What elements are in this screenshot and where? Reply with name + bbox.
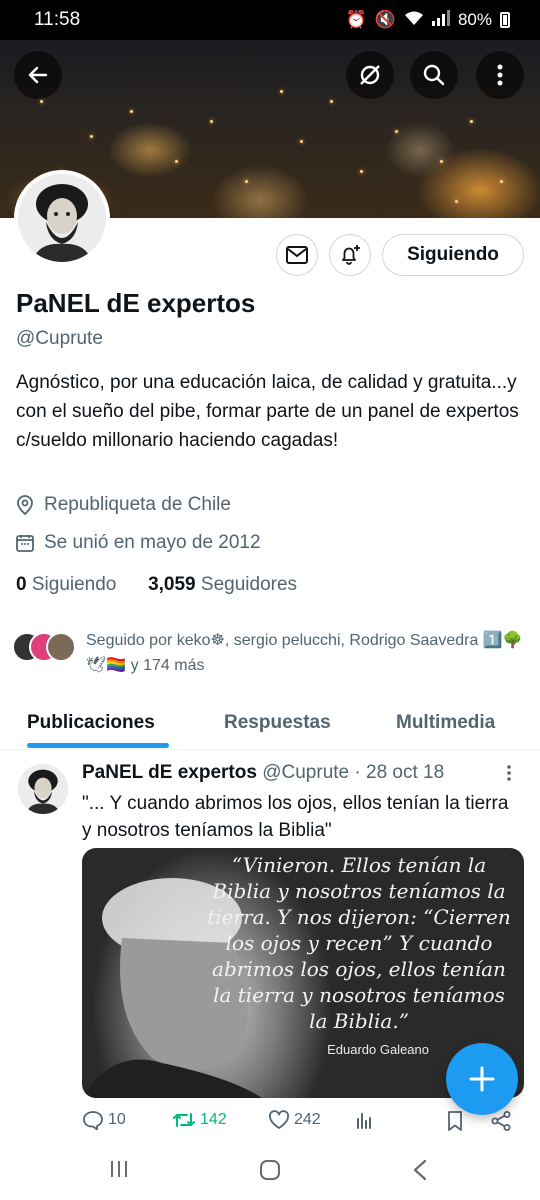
profile-location: Republiqueta de Chile xyxy=(44,494,231,515)
followers-count: 3,059 xyxy=(148,574,196,595)
system-back-button[interactable] xyxy=(410,1158,430,1187)
tab-respuestas[interactable]: Respuestas xyxy=(224,696,331,750)
recent-apps-icon xyxy=(111,1161,127,1177)
message-button[interactable] xyxy=(276,234,318,276)
retweet-button[interactable]: 142 xyxy=(172,1110,227,1130)
grok-icon xyxy=(360,65,380,85)
grok-button[interactable] xyxy=(346,51,394,99)
like-button[interactable]: 242 xyxy=(268,1110,321,1130)
tweet-text: "... Y cuando abrimos los ojos, ellos te… xyxy=(82,793,509,841)
chevron-left-icon xyxy=(413,1159,427,1181)
battery-percent: 80% xyxy=(457,10,492,29)
more-vertical-icon xyxy=(497,64,503,86)
profile-handle: @Cuprute xyxy=(16,328,103,349)
followers-label: Seguidores xyxy=(200,574,298,595)
active-tab-indicator xyxy=(27,743,169,748)
calendar-icon xyxy=(16,535,34,552)
back-button[interactable] xyxy=(14,51,62,99)
mute-icon: 🔇 xyxy=(374,10,396,29)
home-icon xyxy=(260,1160,280,1180)
reply-count: 10 xyxy=(108,1111,126,1128)
bookmark-button[interactable] xyxy=(446,1110,464,1132)
more-vertical-icon xyxy=(507,765,511,781)
joined-row: Se unió en mayo de 2012 xyxy=(16,532,261,554)
status-time: 11:58 xyxy=(34,9,81,30)
views-chart-icon xyxy=(357,1113,371,1129)
tweet-handle[interactable]: @Cuprute xyxy=(262,762,349,783)
following-count: 0 xyxy=(16,574,27,595)
notifications-button[interactable] xyxy=(329,234,371,276)
retweet-count: 142 xyxy=(200,1111,227,1128)
recent-apps-button[interactable] xyxy=(108,1158,130,1185)
followed-by-text: Seguido por keko☸, sergio pelucchi, Rodr… xyxy=(86,632,523,674)
back-arrow-icon xyxy=(28,66,48,84)
portrait-image xyxy=(18,764,68,814)
follow-counts: 0 Siguiendo 3,059 Seguidores xyxy=(16,574,297,596)
compose-button[interactable] xyxy=(446,1043,518,1115)
avatar xyxy=(46,632,76,662)
profile-name: PaNEL dE expertos xyxy=(16,288,256,318)
more-options-button[interactable] xyxy=(476,51,524,99)
tweet-author[interactable]: PaNEL dE expertos xyxy=(82,762,257,783)
retweet-icon xyxy=(173,1113,195,1127)
search-icon xyxy=(423,64,445,86)
heart-icon xyxy=(268,1110,290,1129)
tab-publicaciones[interactable]: Publicaciones xyxy=(27,696,155,750)
wifi-icon xyxy=(404,10,424,31)
alarm-icon: ⏰ xyxy=(345,10,367,29)
profile-avatar[interactable] xyxy=(14,170,110,266)
tweet-more-button[interactable] xyxy=(506,764,512,787)
profile-bio: Agnóstico, por una educación laica, de c… xyxy=(16,372,519,451)
battery-icon xyxy=(500,12,510,28)
signal-icon xyxy=(431,9,450,31)
profile-joined: Se unió en mayo de 2012 xyxy=(44,532,261,553)
share-button[interactable] xyxy=(490,1110,512,1132)
bell-plus-icon xyxy=(342,245,360,265)
envelope-icon xyxy=(286,246,308,264)
following-label: Siguiendo xyxy=(31,574,117,595)
like-count: 242 xyxy=(294,1111,321,1128)
status-icons: ⏰ 🔇 80% xyxy=(345,9,510,31)
share-icon xyxy=(491,1111,511,1131)
image-quote: “Vinieron. Ellos tenían la Biblia y noso… xyxy=(207,853,511,1033)
profile-tabs: Publicaciones Respuestas Multimedia xyxy=(0,696,540,750)
image-quote-author: Eduardo Galeano xyxy=(327,1042,429,1057)
tab-multimedia[interactable]: Multimedia xyxy=(396,696,495,750)
home-button[interactable] xyxy=(258,1158,282,1187)
reply-button[interactable]: 10 xyxy=(82,1110,126,1130)
plus-icon xyxy=(469,1066,495,1092)
followers-link[interactable]: 3,059 Seguidores xyxy=(148,574,297,595)
views-button[interactable] xyxy=(354,1110,374,1130)
tweet-date[interactable]: · 28 oct 18 xyxy=(354,762,444,783)
search-button[interactable] xyxy=(410,51,458,99)
bookmark-icon xyxy=(448,1111,462,1131)
follower-avatars xyxy=(12,628,76,664)
tweet-header: PaNEL dE expertos @Cuprute · 28 oct 18 xyxy=(82,762,444,784)
following-link[interactable]: 0 Siguiendo xyxy=(16,574,116,595)
location-row: Republiqueta de Chile xyxy=(16,494,231,516)
tweet-actions: 10 142 242 xyxy=(82,1110,522,1138)
following-button[interactable]: Siguiendo xyxy=(382,234,524,276)
system-nav-bar xyxy=(0,1142,540,1200)
reply-icon xyxy=(83,1111,103,1130)
portrait-image xyxy=(18,174,106,262)
location-pin-icon xyxy=(17,495,33,515)
status-bar: 11:58 ⏰ 🔇 80% xyxy=(0,0,540,40)
followed-by-row[interactable]: Seguido por keko☸, sergio pelucchi, Rodr… xyxy=(12,628,532,678)
tweet-avatar[interactable] xyxy=(18,764,68,814)
